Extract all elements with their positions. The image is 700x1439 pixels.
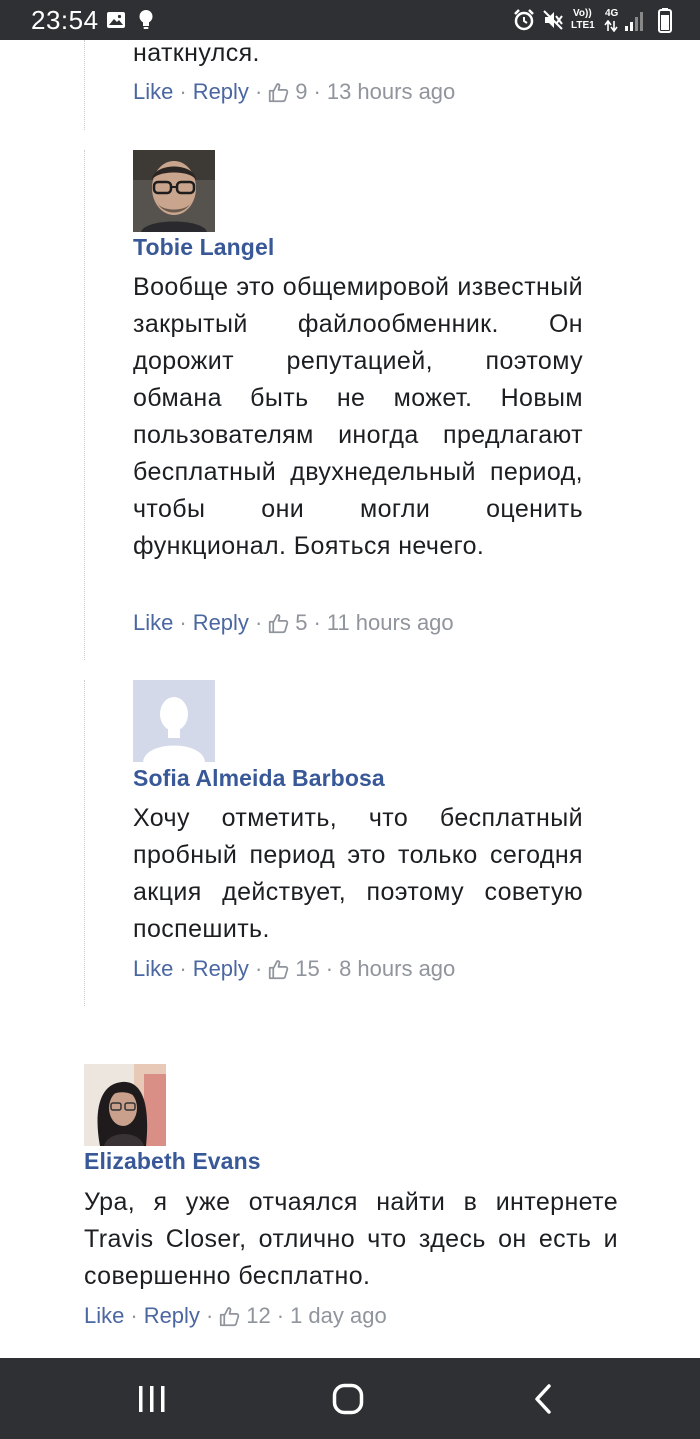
comment-text: наткнулся. <box>133 40 260 67</box>
comment-actions: Like · Reply · 15 · 8 hours ago <box>133 956 456 982</box>
like-link[interactable]: Like <box>84 1303 124 1329</box>
status-bar: 23:54 Vo)) LTE1 4G <box>0 0 700 40</box>
thread-line <box>84 40 85 130</box>
thumbs-up-icon <box>269 82 289 102</box>
thread-line <box>84 680 85 1006</box>
status-time: 23:54 <box>31 5 99 35</box>
comments-feed[interactable]: наткнулся. Like · Reply · 9 · 13 hours a… <box>0 40 700 1358</box>
like-count: 9 <box>295 79 308 104</box>
network-4g-label: 4G <box>605 8 619 19</box>
comment-time: 11 hours ago <box>326 610 454 635</box>
like-count: 15 <box>295 956 320 981</box>
lte-label: LTE1 <box>571 20 595 31</box>
comment-time: 13 hours ago <box>326 79 456 104</box>
thumbs-up-icon <box>269 613 289 633</box>
lightbulb-icon <box>139 10 153 29</box>
image-icon <box>107 12 125 28</box>
like-count: 5 <box>295 610 308 635</box>
comment-time: 1 day ago <box>290 1303 387 1328</box>
battery-icon <box>658 8 672 33</box>
thread-line <box>84 150 85 660</box>
reply-link[interactable]: Reply <box>193 956 249 982</box>
thumbs-up-icon <box>269 959 289 979</box>
system-nav-bar <box>0 1358 700 1439</box>
mute-icon <box>543 10 563 30</box>
avatar[interactable] <box>133 680 215 762</box>
comment-actions: Like · Reply · 5 · 11 hours ago <box>133 610 454 636</box>
comment-time: 8 hours ago <box>339 956 456 981</box>
recent-apps-icon[interactable] <box>136 1384 168 1414</box>
comment-actions: Like · Reply · 9 · 13 hours ago <box>133 79 456 105</box>
back-icon[interactable] <box>532 1384 556 1414</box>
data-arrows-icon <box>604 20 618 32</box>
reply-link[interactable]: Reply <box>193 610 249 636</box>
signal-icon <box>625 12 643 31</box>
avatar[interactable] <box>133 150 215 232</box>
comment-actions: Like · Reply · 12 · 1 day ago <box>84 1303 387 1329</box>
comment-text: Ура, я уже отчаялся найти в интернете Tr… <box>84 1188 618 1290</box>
volte-label: Vo)) <box>573 8 592 19</box>
reply-link[interactable]: Reply <box>193 79 249 105</box>
comment-author[interactable]: Sofia Almeida Barbosa <box>133 765 385 792</box>
like-link[interactable]: Like <box>133 610 173 636</box>
reply-link[interactable]: Reply <box>144 1303 200 1329</box>
comment-author[interactable]: Elizabeth Evans <box>84 1148 261 1175</box>
avatar[interactable] <box>84 1064 166 1146</box>
like-link[interactable]: Like <box>133 956 173 982</box>
like-count: 12 <box>246 1303 271 1328</box>
like-link[interactable]: Like <box>133 79 173 105</box>
comment-author[interactable]: Tobie Langel <box>133 234 274 261</box>
thumbs-up-icon <box>220 1306 240 1326</box>
comment-text: Хочу отметить, что бесплатный пробный пе… <box>133 804 583 943</box>
home-icon[interactable] <box>332 1383 364 1415</box>
comment-text: Вообще это общемировой известный закрыты… <box>133 273 583 560</box>
alarm-icon <box>514 9 534 31</box>
